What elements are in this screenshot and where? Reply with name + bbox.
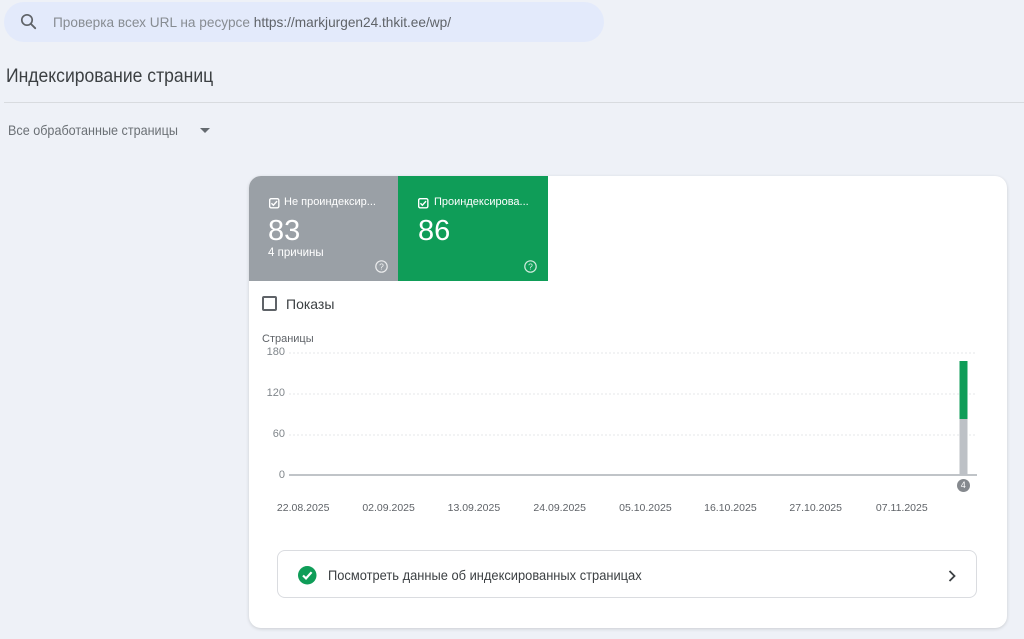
- svg-text:?: ?: [528, 261, 533, 271]
- svg-text:?: ?: [379, 261, 384, 271]
